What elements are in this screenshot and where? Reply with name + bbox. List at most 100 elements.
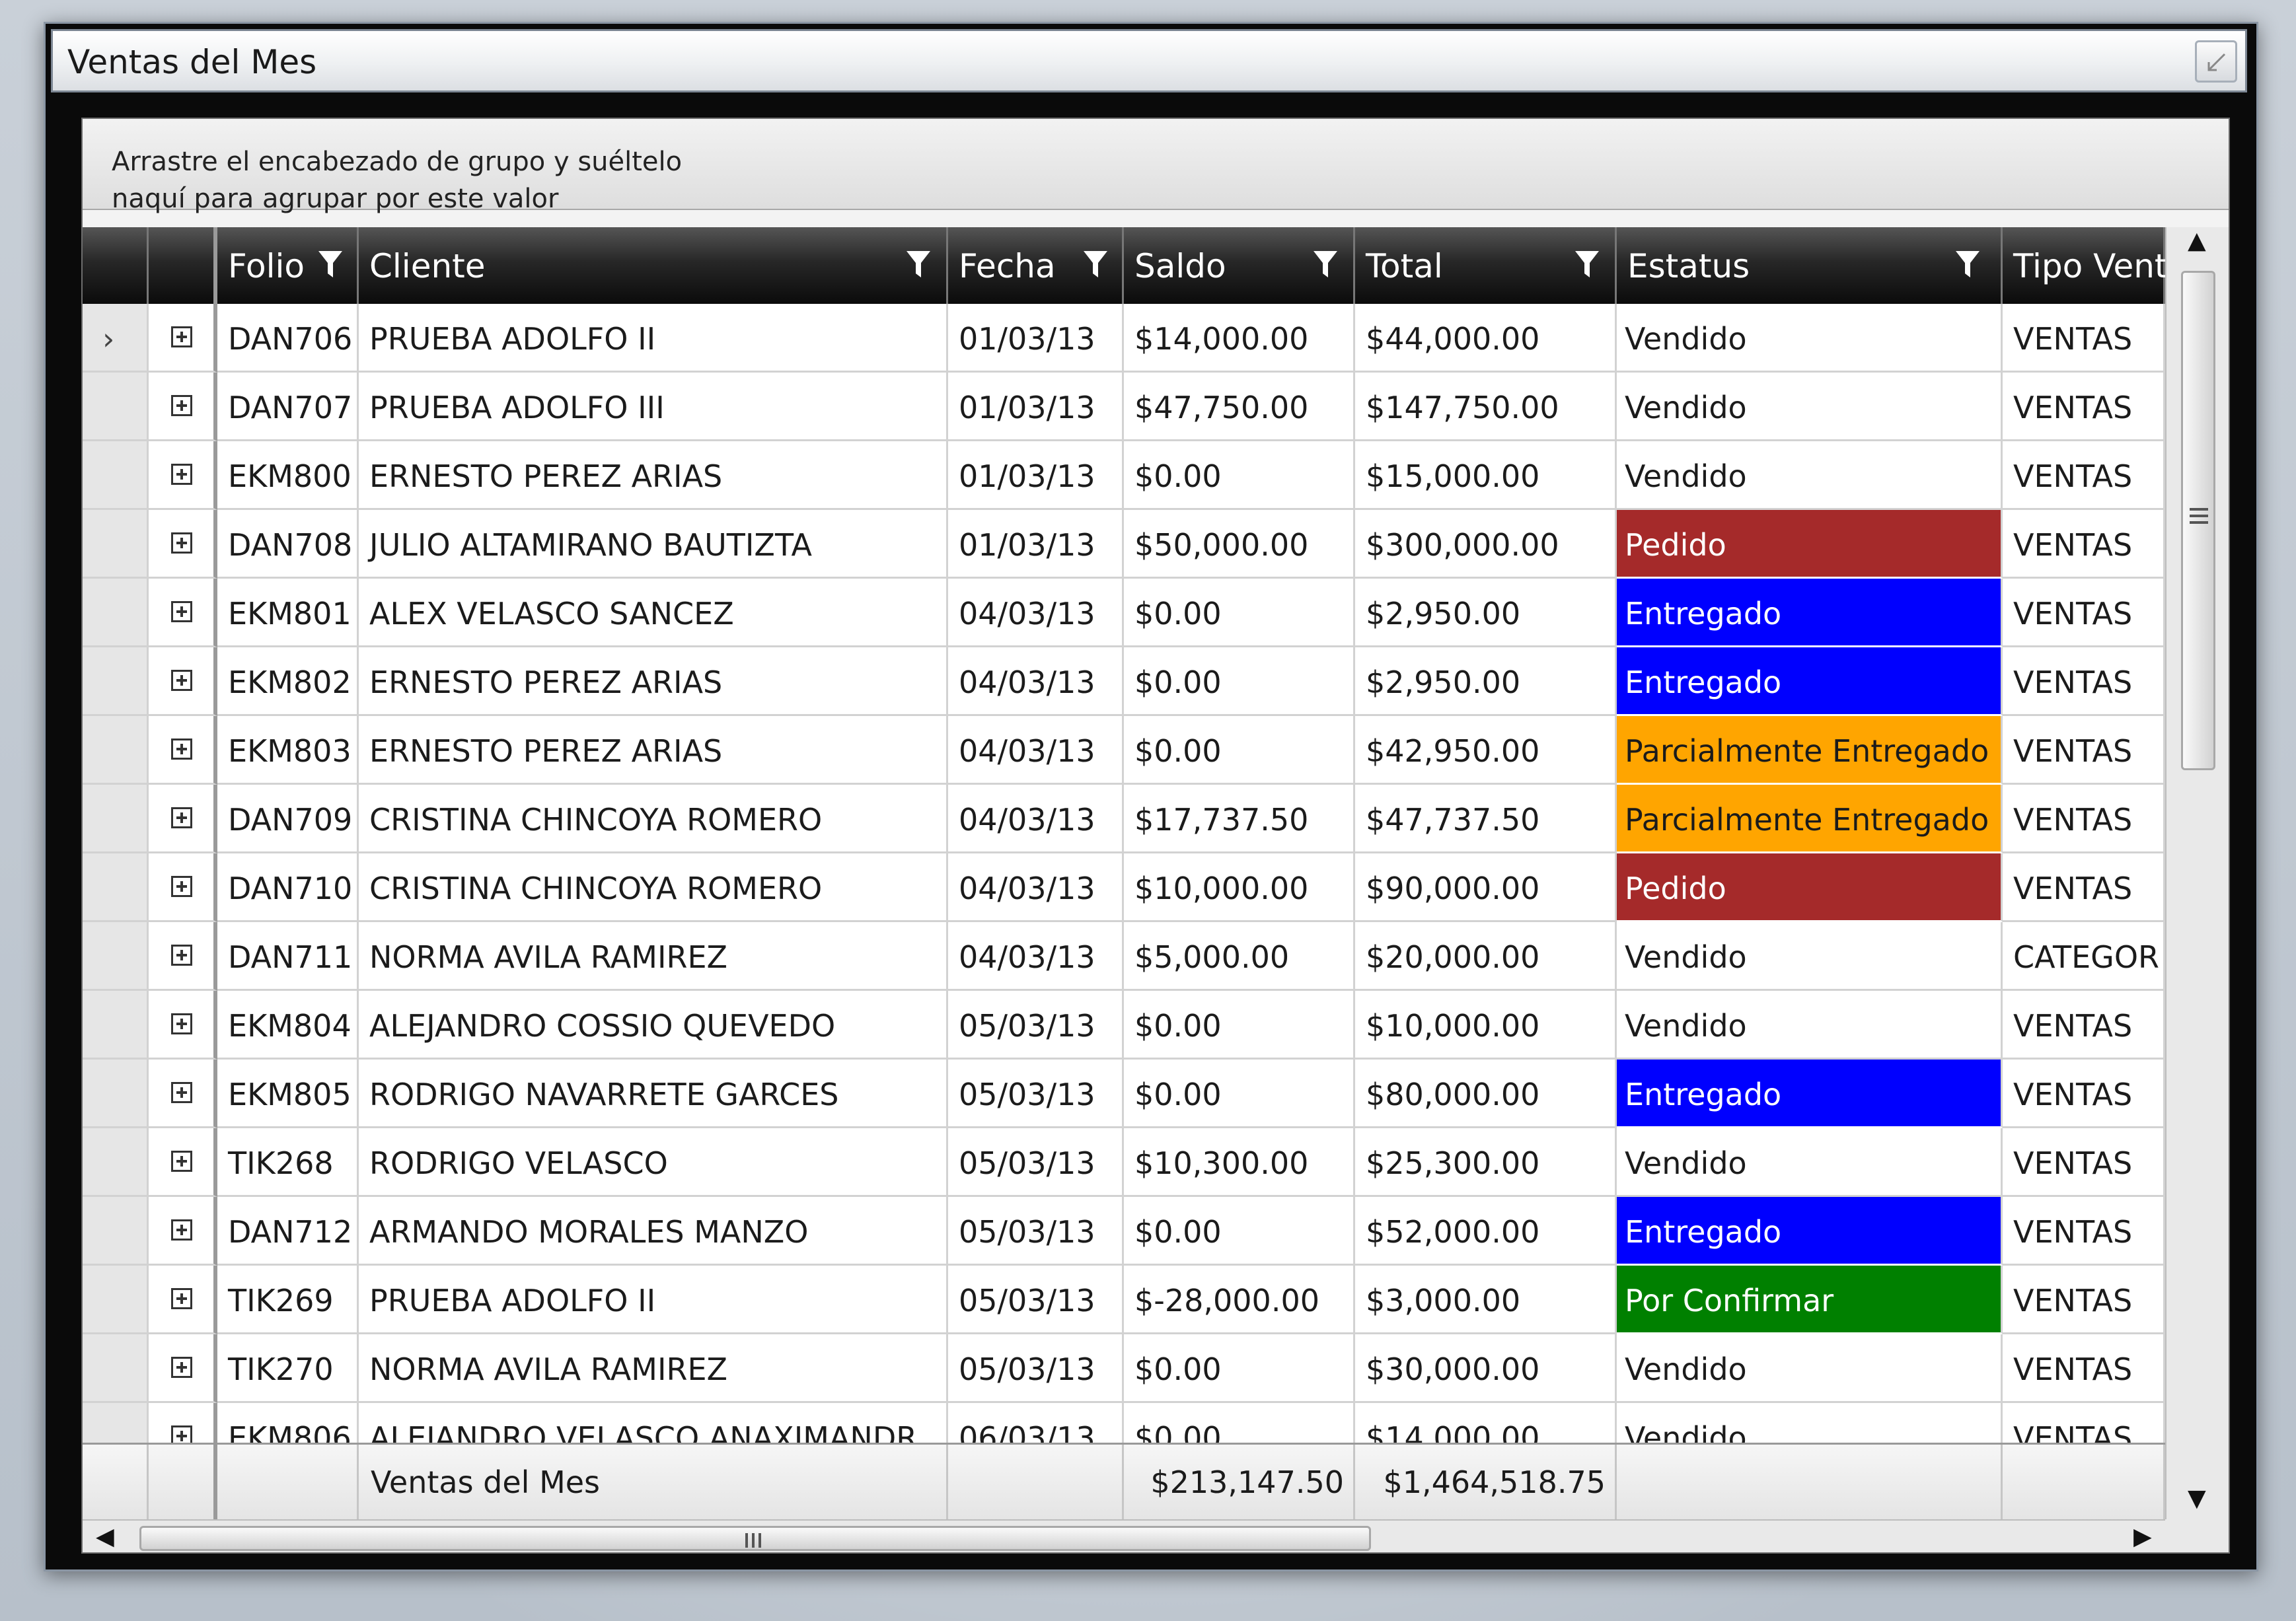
table-row[interactable]: EKM802 ERNESTO PEREZ ARIAS 04/03/13 $0.00 $2… (83, 647, 2165, 716)
plus-box-icon[interactable] (171, 670, 192, 691)
table-row[interactable]: EKM800 ERNESTO PEREZ ARIAS 01/03/13 $0.00 $1… (83, 441, 2165, 510)
cell-total[interactable]: $47,737.50 (1355, 785, 1617, 853)
cell-folio[interactable]: DAN708 (217, 510, 359, 579)
cell-estatus[interactable]: Vendido (1617, 1334, 2003, 1403)
filter-button-saldo[interactable] (1311, 247, 1340, 281)
cell-folio[interactable]: TIK268 (217, 1128, 359, 1197)
plus-box-icon[interactable] (171, 1151, 192, 1172)
cell-fecha[interactable]: 05/03/13 (948, 1197, 1124, 1266)
cell-saldo[interactable]: $0.00 (1124, 579, 1355, 647)
cell-folio[interactable]: EKM803 (217, 716, 359, 785)
plus-box-icon[interactable] (171, 1082, 192, 1103)
plus-box-icon[interactable] (171, 1219, 192, 1241)
cell-fecha[interactable]: 04/03/13 (948, 853, 1124, 922)
cell-cliente[interactable]: PRUEBA ADOLFO III (359, 373, 948, 441)
cell-total[interactable]: $42,950.00 (1355, 716, 1617, 785)
cell-saldo[interactable]: $10,000.00 (1124, 853, 1355, 922)
cell-estatus[interactable]: Vendido (1617, 922, 2003, 991)
cell-saldo[interactable]: $-28,000.00 (1124, 1266, 1355, 1334)
cell-tipo[interactable]: VENTAS (2003, 1128, 2165, 1197)
scroll-up-arrow[interactable]: ▲ (2188, 227, 2206, 254)
filter-button-total[interactable] (1573, 247, 1602, 281)
cell-tipo[interactable]: VENTAS (2003, 373, 2165, 441)
scroll-left-arrow[interactable]: ◀ (96, 1523, 114, 1550)
cell-tipo[interactable]: VENTAS (2003, 1060, 2165, 1128)
table-row[interactable]: EKM801 ALEX VELASCO SANCEZ 04/03/13 $0.00 $2… (83, 579, 2165, 647)
row-indicator[interactable] (83, 1266, 149, 1334)
cell-estatus[interactable]: Pedido (1617, 853, 2003, 922)
column-header-cliente[interactable]: Cliente (359, 227, 948, 304)
cell-estatus[interactable]: Parcialmente Entregado (1617, 716, 2003, 785)
cell-estatus[interactable]: Parcialmente Entregado (1617, 785, 2003, 853)
cell-tipo[interactable]: VENTAS (2003, 785, 2165, 853)
cell-tipo[interactable]: VENTAS (2003, 991, 2165, 1060)
cell-folio[interactable]: TIK270 (217, 1334, 359, 1403)
row-indicator[interactable] (83, 1197, 149, 1266)
row-indicator[interactable] (83, 1060, 149, 1128)
row-indicator[interactable] (83, 785, 149, 853)
cell-folio[interactable]: EKM802 (217, 647, 359, 716)
table-row[interactable]: DAN708 JULIO ALTAMIRANO BAUTIZTA 01/03/13 $… (83, 510, 2165, 579)
table-row[interactable]: › DAN706 PRUEBA ADOLFO II 01/03/13 $14,000.0… (83, 304, 2165, 373)
row-indicator[interactable] (83, 853, 149, 922)
cell-tipo[interactable]: VENTAS (2003, 579, 2165, 647)
cell-fecha[interactable]: 04/03/13 (948, 785, 1124, 853)
cell-tipo[interactable]: VENTAS (2003, 304, 2165, 373)
row-indicator[interactable] (83, 510, 149, 579)
table-row[interactable]: TIK269 PRUEBA ADOLFO II 05/03/13 $-28,000.0… (83, 1266, 2165, 1334)
row-indicator[interactable] (83, 1334, 149, 1403)
cell-total[interactable]: $3,000.00 (1355, 1266, 1617, 1334)
cell-fecha[interactable]: 01/03/13 (948, 373, 1124, 441)
row-indicator[interactable] (83, 441, 149, 510)
cell-estatus[interactable]: Vendido (1617, 304, 2003, 373)
column-header-fecha[interactable]: Fecha (948, 227, 1124, 304)
cell-cliente[interactable]: PRUEBA ADOLFO II (359, 304, 948, 373)
cell-tipo[interactable]: VENTAS (2003, 1266, 2165, 1334)
cell-folio[interactable]: EKM800 (217, 441, 359, 510)
cell-estatus[interactable]: Vendido (1617, 1128, 2003, 1197)
row-indicator[interactable] (83, 991, 149, 1060)
cell-total[interactable]: $44,000.00 (1355, 304, 1617, 373)
filter-button-folio[interactable] (316, 247, 345, 281)
cell-tipo[interactable]: VENTAS (2003, 1334, 2165, 1403)
cell-total[interactable]: $2,950.00 (1355, 579, 1617, 647)
cell-cliente[interactable]: ERNESTO PEREZ ARIAS (359, 441, 948, 510)
plus-box-icon[interactable] (171, 945, 192, 966)
cell-total[interactable]: $2,950.00 (1355, 647, 1617, 716)
plus-box-icon[interactable] (171, 395, 192, 416)
cell-tipo[interactable]: VENTAS (2003, 647, 2165, 716)
table-row[interactable]: EKM805 RODRIGO NAVARRETE GARCES 05/03/13 $0… (83, 1060, 2165, 1128)
vertical-scroll-thumb[interactable] (2181, 271, 2215, 770)
cell-folio[interactable]: DAN712 (217, 1197, 359, 1266)
cell-estatus[interactable]: Entregado (1617, 579, 2003, 647)
horizontal-scroll-thumb[interactable] (139, 1526, 1371, 1551)
cell-cliente[interactable]: CRISTINA CHINCOYA ROMERO (359, 853, 948, 922)
cell-cliente[interactable]: RODRIGO VELASCO (359, 1128, 948, 1197)
cell-cliente[interactable]: ALEX VELASCO SANCEZ (359, 579, 948, 647)
cell-folio[interactable]: TIK269 (217, 1266, 359, 1334)
cell-saldo[interactable]: $17,737.50 (1124, 785, 1355, 853)
cell-folio[interactable]: DAN710 (217, 853, 359, 922)
table-row[interactable]: EKM804 ALEJANDRO COSSIO QUEVEDO 05/03/13 $0… (83, 991, 2165, 1060)
cell-cliente[interactable]: NORMA AVILA RAMIREZ (359, 922, 948, 991)
cell-fecha[interactable]: 04/03/13 (948, 647, 1124, 716)
cell-estatus[interactable]: Vendido (1617, 373, 2003, 441)
plus-box-icon[interactable] (171, 807, 192, 828)
cell-estatus[interactable]: Pedido (1617, 510, 2003, 579)
cell-fecha[interactable]: 04/03/13 (948, 579, 1124, 647)
column-header-saldo[interactable]: Saldo (1124, 227, 1355, 304)
cell-folio[interactable]: DAN707 (217, 373, 359, 441)
cell-fecha[interactable]: 05/03/13 (948, 1334, 1124, 1403)
cell-tipo[interactable]: VENTAS (2003, 853, 2165, 922)
table-row[interactable]: DAN711 NORMA AVILA RAMIREZ 04/03/13 $5,000.… (83, 922, 2165, 991)
cell-cliente[interactable]: CRISTINA CHINCOYA ROMERO (359, 785, 948, 853)
row-indicator[interactable] (83, 647, 149, 716)
cell-folio[interactable]: EKM804 (217, 991, 359, 1060)
cell-total[interactable]: $30,000.00 (1355, 1334, 1617, 1403)
plus-box-icon[interactable] (171, 1288, 192, 1309)
table-row[interactable]: DAN709 CRISTINA CHINCOYA ROMERO 04/03/13 $1… (83, 785, 2165, 853)
filter-button-estatus[interactable] (1953, 247, 1982, 281)
cell-tipo[interactable]: VENTAS (2003, 1197, 2165, 1266)
cell-estatus[interactable]: Entregado (1617, 1197, 2003, 1266)
cell-fecha[interactable]: 05/03/13 (948, 1128, 1124, 1197)
